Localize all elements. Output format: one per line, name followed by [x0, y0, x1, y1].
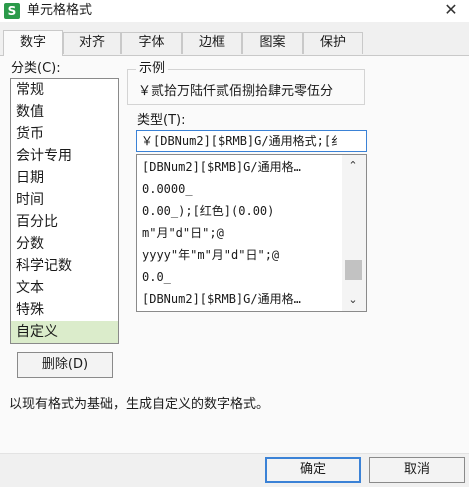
chevron-up-icon[interactable]: ⌃	[342, 157, 364, 175]
type-list-item[interactable]: 0.0000_	[142, 178, 342, 200]
tab-protection[interactable]: 保护	[303, 32, 363, 54]
type-list-item[interactable]: [DBNum2][$RMB]G/通用格…	[142, 288, 342, 310]
type-label: 类型(T):	[137, 113, 186, 128]
close-icon[interactable]: ✕	[440, 0, 462, 20]
category-item-date[interactable]: 日期	[11, 167, 118, 189]
category-item-accounting[interactable]: 会计专用	[11, 145, 118, 167]
sample-caption: 示例	[136, 60, 169, 77]
type-input[interactable]: ￥[DBNum2][$RMB]G/通用格式;[纟	[136, 130, 367, 152]
category-label: 分类(C):	[11, 61, 61, 76]
type-list-item[interactable]: [DBNum2][$RMB]G/通用格…	[142, 156, 342, 178]
category-item-general[interactable]: 常规	[11, 79, 118, 101]
tab-pattern[interactable]: 图案	[242, 32, 303, 54]
category-item-percentage[interactable]: 百分比	[11, 211, 118, 233]
category-item-text[interactable]: 文本	[11, 277, 118, 299]
category-item-fraction[interactable]: 分数	[11, 233, 118, 255]
cancel-button[interactable]: 取消	[369, 457, 465, 483]
ok-button[interactable]: 确定	[265, 457, 361, 483]
description-text: 以现有格式为基础，生成自定义的数字格式。	[9, 397, 270, 412]
type-list-item[interactable]: 0.00_);[红色](0.00)	[142, 200, 342, 222]
type-list-scrollbar[interactable]: ⌃ ⌄	[342, 155, 366, 311]
chevron-down-icon[interactable]: ⌄	[342, 291, 364, 309]
category-item-time[interactable]: 时间	[11, 189, 118, 211]
delete-button[interactable]: 删除(D)	[17, 352, 113, 378]
type-list-item[interactable]: 0.0_	[142, 266, 342, 288]
type-list[interactable]: [DBNum2][$RMB]G/通用格… 0.0000_ 0.00_);[红色]…	[136, 154, 367, 312]
tab-number[interactable]: 数字	[3, 30, 63, 56]
category-item-custom[interactable]: 自定义	[11, 321, 118, 343]
category-item-number[interactable]: 数值	[11, 101, 118, 123]
category-item-currency[interactable]: 货币	[11, 123, 118, 145]
tab-border[interactable]: 边框	[182, 32, 242, 54]
app-icon: S	[4, 3, 20, 19]
category-list[interactable]: 常规 数值 货币 会计专用 日期 时间 百分比 分数 科学记数 文本 特殊 自定…	[10, 78, 119, 344]
category-item-scientific[interactable]: 科学记数	[11, 255, 118, 277]
tab-font[interactable]: 字体	[121, 32, 182, 54]
tab-alignment[interactable]: 对齐	[63, 32, 121, 54]
window-title: 单元格格式	[27, 3, 93, 18]
type-list-item[interactable]: m"月"d"日";@	[142, 222, 342, 244]
type-list-item[interactable]: yyyy"年"m"月"d"日";@	[142, 244, 342, 266]
scrollbar-thumb[interactable]	[345, 260, 362, 280]
category-item-special[interactable]: 特殊	[11, 299, 118, 321]
sample-value: ￥贰拾万陆仟贰佰捌拾肆元零伍分	[138, 84, 334, 99]
